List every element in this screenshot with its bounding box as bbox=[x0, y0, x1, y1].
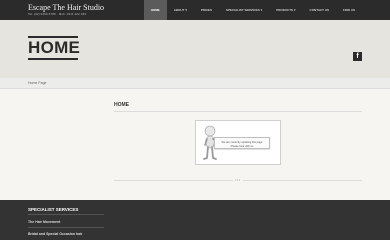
nav-item-label: PRICES bbox=[200, 8, 213, 12]
content-heading: HOME bbox=[114, 102, 129, 108]
chevron-down-icon: ▾ bbox=[185, 8, 187, 12]
footer: SPECIALIST SERVICES The Hair Movement Br… bbox=[0, 200, 390, 240]
under-construction-image: We are currently updating this page Plea… bbox=[195, 120, 281, 165]
nav-item-prices[interactable]: PRICES bbox=[194, 0, 219, 20]
site-title[interactable]: Escape The Hair Studio bbox=[28, 3, 104, 12]
divider-dots: ••• bbox=[233, 177, 243, 182]
site-phone: Tel: (02) 9450 6789 · Mob: 0411 222 333 bbox=[28, 12, 87, 16]
nav-item-find-us[interactable]: FIND US bbox=[336, 0, 362, 20]
footer-link[interactable]: The Hair Movement bbox=[28, 220, 60, 224]
nav-item-label: PRODUCTS bbox=[276, 8, 294, 12]
footer-rule bbox=[28, 227, 104, 228]
notice-line-2: Please bear with us bbox=[230, 144, 254, 148]
notice-sign: We are currently updating this page Plea… bbox=[214, 137, 270, 149]
nav-item-label: SPECIALIST SERVICES bbox=[226, 8, 260, 12]
page-hero: HOME f bbox=[0, 20, 390, 78]
nav-item-products[interactable]: PRODUCTS ▾ bbox=[269, 0, 302, 20]
nav-item-label: CONTACT US bbox=[309, 8, 329, 12]
chevron-down-icon: ▾ bbox=[260, 8, 263, 12]
footer-rule bbox=[28, 214, 104, 215]
nav-item-contact-us[interactable]: CONTACT US bbox=[303, 0, 336, 20]
content-rule bbox=[114, 111, 362, 112]
breadcrumb[interactable]: Home Page bbox=[28, 81, 46, 85]
chevron-down-icon: ▾ bbox=[294, 8, 296, 12]
nav-item-specialist-services[interactable]: SPECIALIST SERVICES ▾ bbox=[219, 0, 269, 20]
nav-item-label: ABOUT bbox=[173, 8, 185, 12]
footer-heading: SPECIALIST SERVICES bbox=[28, 207, 79, 212]
nav-item-label: HOME bbox=[150, 8, 160, 12]
nav-item-label: FIND US bbox=[343, 8, 355, 12]
nav-item-about[interactable]: ABOUT ▾ bbox=[167, 0, 194, 20]
main-nav: HOME ABOUT ▾ PRICES SPECIALIST SERVICES ▾ PROD… bbox=[143, 0, 362, 20]
footer-link[interactable]: Bridal and Special Occasion hair bbox=[28, 232, 82, 236]
top-navbar: Escape The Hair Studio Tel: (02) 9450 67… bbox=[0, 0, 390, 20]
nav-item-home[interactable]: HOME bbox=[143, 0, 167, 20]
breadcrumb-bar: Home Page bbox=[0, 78, 390, 89]
hero-rule-bottom bbox=[28, 58, 78, 60]
page-title: HOME bbox=[28, 38, 81, 57]
facebook-icon[interactable]: f bbox=[353, 52, 362, 61]
